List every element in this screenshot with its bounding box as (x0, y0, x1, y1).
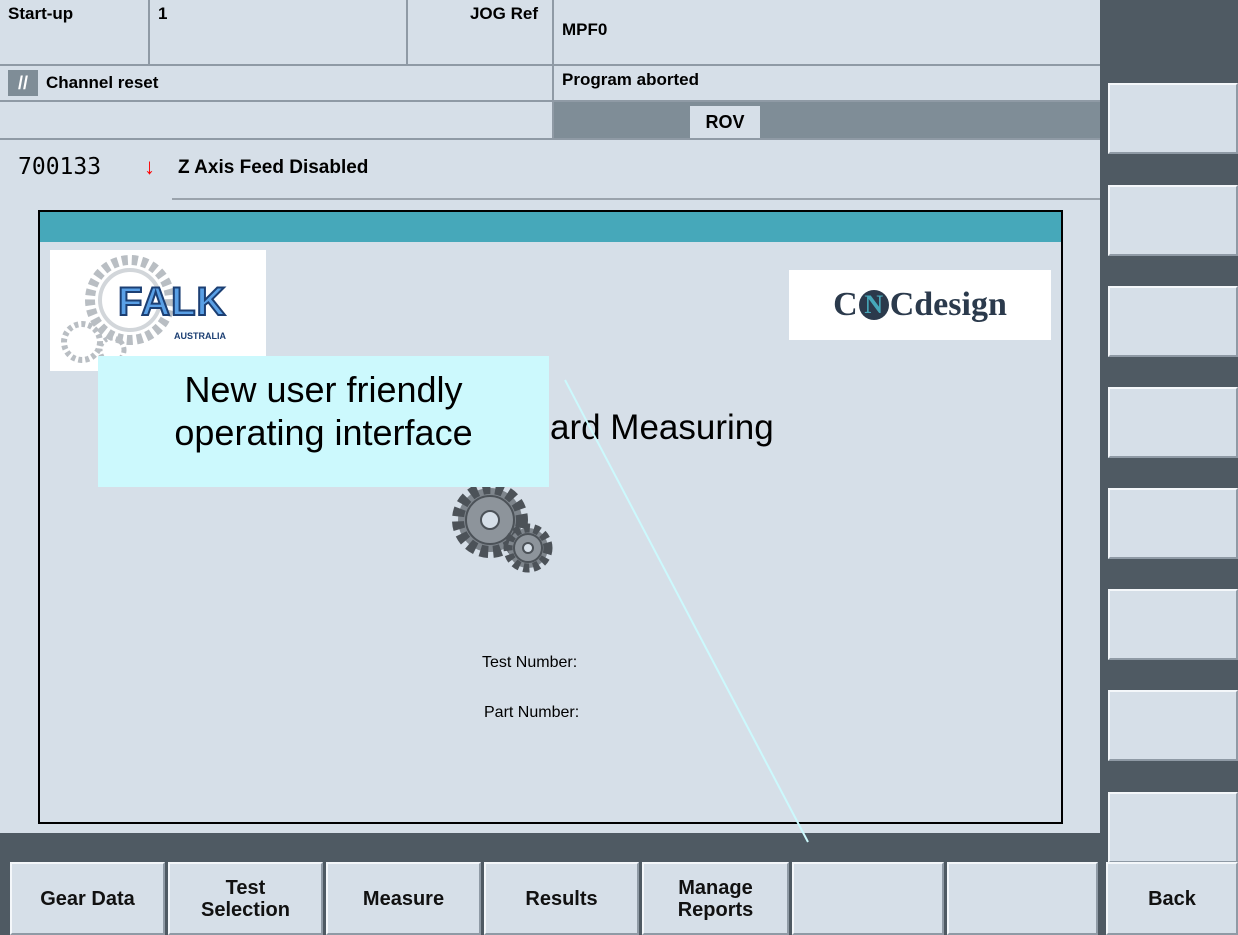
softkey-vertical-7[interactable] (1108, 690, 1238, 761)
softkey-vertical-3[interactable] (1108, 286, 1238, 357)
alarm-number: 700133 (18, 154, 102, 180)
program-state-field: Program aborted (554, 66, 1100, 102)
part-number-label: Part Number: (484, 704, 580, 721)
softkey-vertical-1[interactable] (1108, 83, 1238, 154)
results-button[interactable]: Results (484, 862, 639, 935)
softkey-vertical-8[interactable] (1108, 792, 1238, 863)
alarm-line: 700133 ↓ Z Axis Feed Disabled (0, 140, 1100, 200)
back-button[interactable]: Back (1106, 862, 1238, 935)
falk-wordmark: FALK (117, 279, 227, 325)
rov-area (554, 102, 1100, 140)
dialog-title-bar (40, 212, 1061, 242)
falk-logo: FALK AUSTRALIA (50, 250, 266, 371)
falk-subtitle: AUSTRALIA (174, 331, 226, 341)
gears-icon (452, 482, 553, 573)
measuring-dialog: FALK AUSTRALIA C N C design ard Measurin… (38, 210, 1063, 824)
rov-indicator: ROV (690, 106, 760, 138)
cncdesign-logo: C N C design (789, 270, 1051, 340)
page-title: ard Measuring (550, 408, 774, 447)
cnc-n-badge: N (858, 290, 889, 320)
softkey-horizontal-7[interactable] (947, 862, 1098, 935)
manage-reports-button[interactable]: Manage Reports (642, 862, 789, 935)
red-down-arrow-icon: ↓ (144, 154, 155, 179)
softkey-horizontal-6[interactable] (792, 862, 944, 935)
channel-state-field: // Channel reset (0, 66, 554, 102)
test-selection-button[interactable]: Test Selection (168, 862, 323, 935)
test-number-label: Test Number: (482, 654, 578, 671)
gear-data-button[interactable]: Gear Data (10, 862, 165, 935)
softkey-vertical-4[interactable] (1108, 387, 1238, 458)
info-field (0, 102, 554, 140)
mode-field: Start-up (0, 0, 150, 66)
softkey-vertical-2[interactable] (1108, 185, 1238, 256)
program-field: MPF0 (554, 0, 1100, 66)
measure-button[interactable]: Measure (326, 862, 481, 935)
softkey-vertical-5[interactable] (1108, 488, 1238, 559)
channel-field: 1 (150, 0, 408, 66)
alarm-underline (172, 198, 1100, 200)
op-mode-field: JOG Ref (408, 0, 554, 66)
feature-callout: New user friendly operating interface (98, 356, 549, 487)
alarm-text: Z Axis Feed Disabled (178, 157, 369, 178)
softkey-vertical-6[interactable] (1108, 589, 1238, 660)
channel-reset-icon: // (8, 70, 38, 96)
